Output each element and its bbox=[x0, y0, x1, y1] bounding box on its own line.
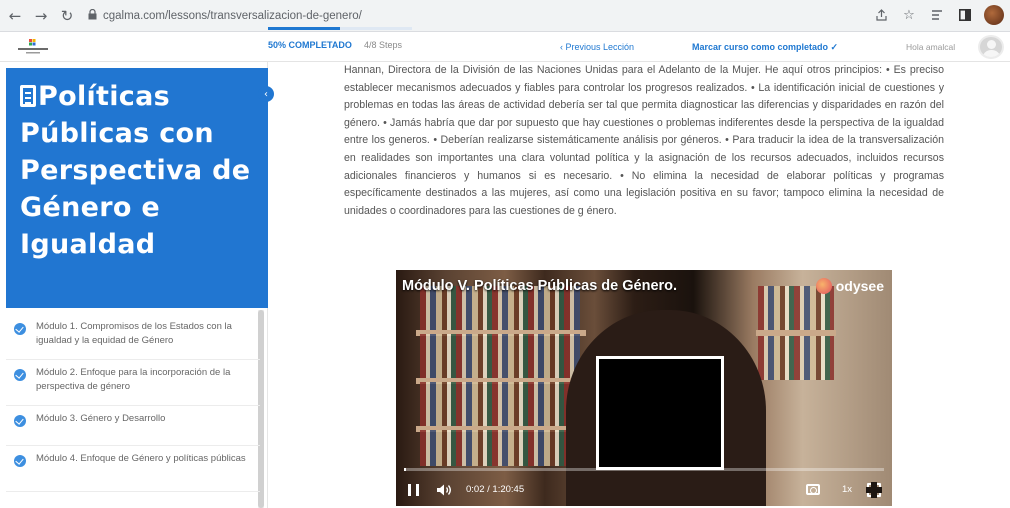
course-header: 50% COMPLETADO 4/8 Steps ‹ Previous Lecc… bbox=[0, 32, 1010, 62]
odysee-logo-icon bbox=[815, 278, 832, 294]
reload-icon[interactable]: ↻ bbox=[56, 5, 78, 27]
camera-icon[interactable] bbox=[806, 484, 820, 495]
module-label: Módulo 3. Género y Desarrollo bbox=[36, 413, 166, 424]
lock-icon[interactable] bbox=[88, 8, 97, 23]
seek-bar-fill bbox=[404, 468, 406, 471]
pause-icon[interactable] bbox=[408, 484, 419, 496]
odysee-brand[interactable]: odysee bbox=[815, 278, 884, 294]
check-circle-icon bbox=[14, 369, 26, 381]
steps-label: 4/8 Steps bbox=[364, 40, 403, 50]
browser-profile-avatar[interactable] bbox=[984, 5, 1004, 25]
reading-list-icon[interactable] bbox=[928, 6, 946, 24]
check-circle-icon bbox=[14, 455, 26, 467]
module-item-2[interactable]: Módulo 2. Enfoque para la incorporación … bbox=[6, 360, 260, 406]
progress-label: 50% COMPLETADO bbox=[268, 40, 352, 50]
course-sidebar: Políticas Públicas con Perspectiva de Gé… bbox=[0, 62, 268, 508]
progress-bar bbox=[268, 27, 412, 30]
forward-icon[interactable]: → bbox=[30, 5, 52, 27]
course-title: Políticas Públicas con Perspectiva de Gé… bbox=[20, 78, 260, 263]
seek-bar[interactable] bbox=[404, 468, 884, 471]
module-label: Módulo 4. Enfoque de Género y políticas … bbox=[36, 453, 246, 464]
previous-lesson-link[interactable]: ‹ Previous Lección bbox=[560, 42, 634, 52]
playback-speed[interactable]: 1x bbox=[842, 484, 852, 495]
video-controls: 0:02 / 1:20:45 1x bbox=[396, 476, 892, 504]
document-icon bbox=[20, 85, 36, 107]
mark-complete-button[interactable]: Marcar curso como completado ✓ bbox=[692, 42, 838, 53]
video-books bbox=[758, 336, 834, 380]
video-books bbox=[420, 382, 580, 426]
address-bar[interactable]: cgalma.com/lessons/transversalizacion-de… bbox=[103, 10, 362, 22]
video-title[interactable]: Módulo V. Políticas Públicas de Género. bbox=[402, 278, 677, 294]
module-label: Módulo 1. Compromisos de los Estados con… bbox=[36, 321, 232, 346]
video-time: 0:02 / 1:20:45 bbox=[466, 484, 525, 495]
browser-toolbar: ← → ↻ cgalma.com/lessons/transversalizac… bbox=[0, 0, 1010, 32]
module-item-1[interactable]: Módulo 1. Compromisos de los Estados con… bbox=[6, 314, 260, 360]
site-logo[interactable] bbox=[16, 38, 50, 56]
video-books bbox=[420, 334, 580, 378]
course-title-block: Políticas Públicas con Perspectiva de Gé… bbox=[6, 68, 268, 308]
module-item-3[interactable]: Módulo 3. Género y Desarrollo bbox=[6, 406, 260, 446]
odysee-label: odysee bbox=[835, 278, 884, 294]
back-icon[interactable]: ← bbox=[4, 5, 26, 27]
volume-icon[interactable] bbox=[436, 483, 452, 497]
progress-bar-fill bbox=[268, 27, 340, 30]
module-item-4[interactable]: Módulo 4. Enfoque de Género y políticas … bbox=[6, 446, 260, 492]
check-circle-icon bbox=[14, 415, 26, 427]
check-circle-icon bbox=[14, 323, 26, 335]
lesson-paragraph: Hannan, Directora de la División de las … bbox=[344, 64, 944, 217]
redaction-box bbox=[596, 356, 724, 470]
user-avatar[interactable] bbox=[978, 35, 1004, 59]
share-icon[interactable] bbox=[872, 6, 890, 24]
fullscreen-icon[interactable] bbox=[866, 482, 882, 498]
side-panel-icon[interactable] bbox=[956, 6, 974, 24]
module-label: Módulo 2. Enfoque para la incorporación … bbox=[36, 367, 231, 392]
course-title-text: Políticas Públicas con Perspectiva de Gé… bbox=[20, 81, 251, 260]
user-greeting[interactable]: Hola amalcal bbox=[906, 42, 955, 52]
bookmark-star-icon[interactable]: ☆ bbox=[900, 6, 918, 24]
module-list: Módulo 1. Compromisos de los Estados con… bbox=[6, 314, 260, 492]
video-player[interactable]: Módulo V. Políticas Públicas de Género. … bbox=[396, 270, 892, 506]
video-books bbox=[420, 430, 580, 466]
